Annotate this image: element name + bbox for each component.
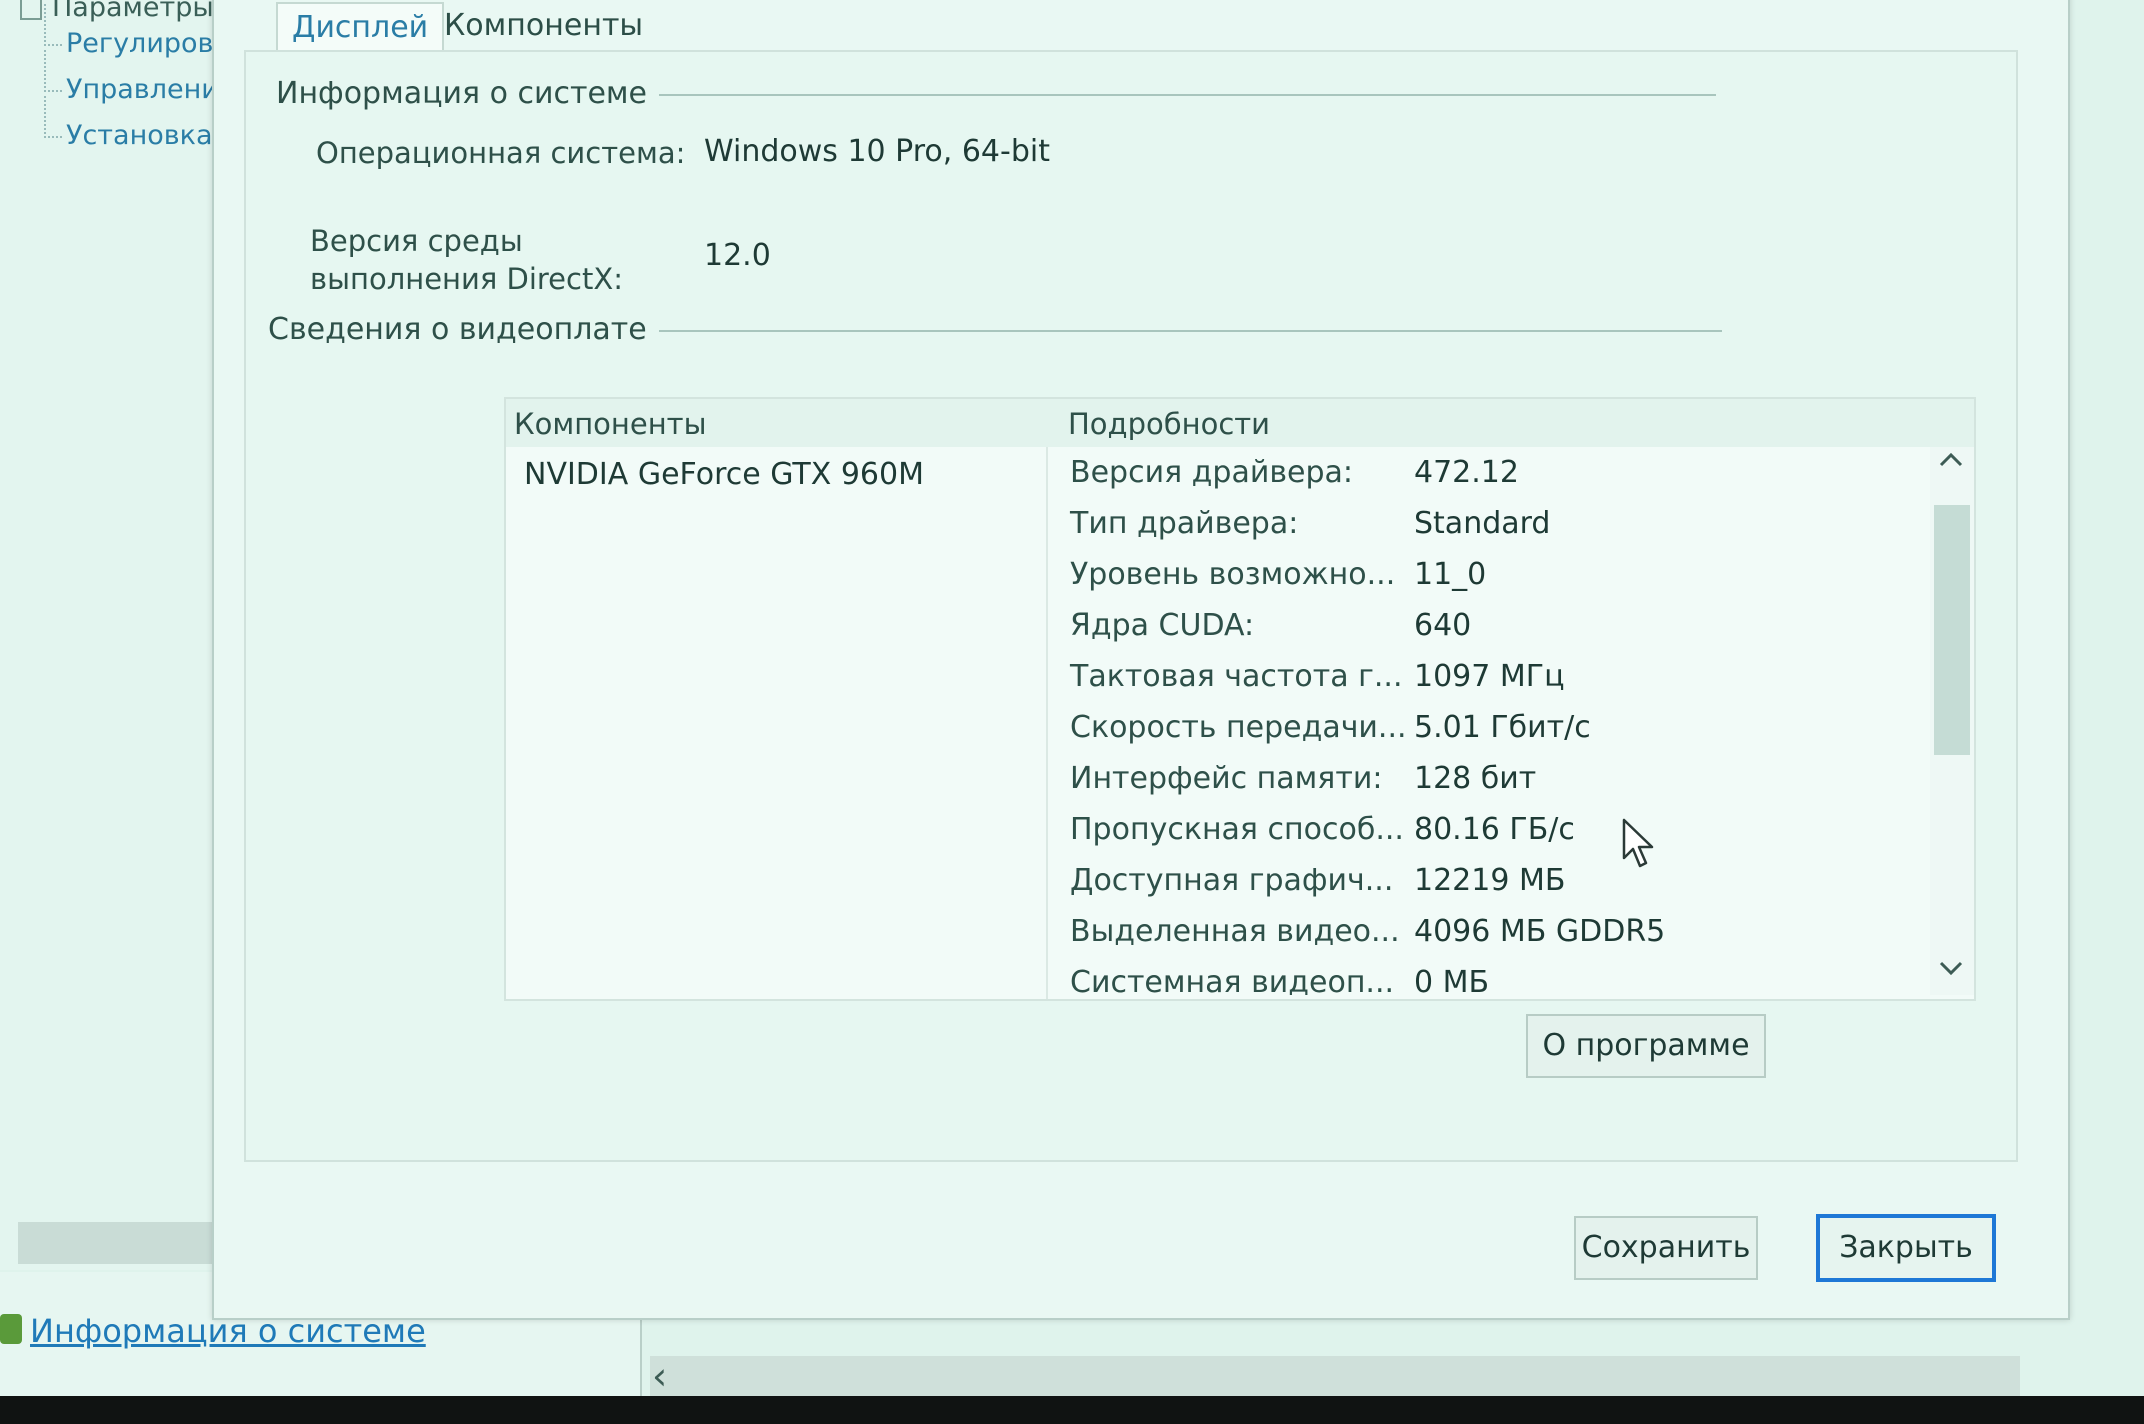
collapse-icon[interactable]	[20, 0, 42, 20]
group-divider	[606, 330, 1722, 332]
detail-key: Тип драйвера:	[1070, 506, 1299, 541]
gpu-details-table: Компоненты Подробности NVIDIA GeForce GT…	[504, 397, 1976, 1001]
detail-value: 0 МБ	[1414, 965, 1490, 995]
detail-value: 12219 МБ	[1414, 863, 1566, 898]
detail-value: 1097 МГц	[1414, 659, 1565, 694]
chevron-up-icon[interactable]	[1936, 445, 1966, 483]
table-row: Уровень возможно... 11_0	[1050, 549, 1930, 599]
tree-item-install[interactable]: Установка	[44, 96, 213, 151]
table-row: Системная видеоп... 0 МБ	[1050, 957, 1930, 995]
tree-horizontal-scrollbar[interactable]	[18, 1222, 218, 1264]
tree-item-manage[interactable]: Управление	[43, 50, 235, 105]
navigation-tree: Параметры 3D Регулировка Управление Уста…	[0, 0, 260, 1270]
detail-key: Скорость передачи...	[1070, 710, 1407, 745]
directx-label-line1: Версия среды	[310, 224, 523, 258]
system-info-icon	[0, 1314, 22, 1344]
detail-key: Интерфейс памяти:	[1070, 761, 1383, 796]
detail-value: 128 бит	[1414, 761, 1537, 796]
chevron-down-icon[interactable]	[1936, 953, 1966, 991]
details-vertical-scrollbar[interactable]	[1930, 447, 1974, 995]
table-row: Скорость передачи... 5.01 Гбит/с	[1050, 702, 1930, 752]
details-list: Версия драйвера: 472.12 Тип драйвера: St…	[1050, 447, 1930, 995]
detail-key: Пропускная способ...	[1070, 812, 1404, 847]
chevron-left-icon[interactable]: ‹	[652, 1354, 667, 1398]
detail-key: Тактовая частота г...	[1070, 659, 1403, 694]
system-info-heading: Информация о системе	[276, 76, 660, 111]
detail-value: 80.16 ГБ/с	[1414, 812, 1575, 847]
os-value: Windows 10 Pro, 64-bit	[704, 134, 1050, 169]
components-list: NVIDIA GeForce GTX 960M	[506, 447, 1048, 999]
detail-key: Уровень возможно...	[1070, 557, 1396, 592]
detail-value: 4096 МБ GDDR5	[1414, 914, 1666, 949]
scrollbar-thumb[interactable]	[1934, 505, 1970, 755]
detail-value: 5.01 Гбит/с	[1414, 710, 1591, 745]
detail-key: Системная видеоп...	[1070, 965, 1395, 995]
mouse-pointer-icon	[1622, 818, 1658, 874]
main-horizontal-scrollbar[interactable]: ‹	[650, 1354, 2020, 1400]
column-header-details[interactable]: Подробности	[1068, 407, 1270, 441]
table-row: Версия драйвера: 472.12	[1050, 447, 1930, 497]
table-row: Тип драйвера: Standard	[1050, 498, 1930, 548]
detail-key: Выделенная видео...	[1070, 914, 1400, 949]
about-button[interactable]: О программе	[1526, 1014, 1766, 1078]
list-item-gpu[interactable]: NVIDIA GeForce GTX 960M	[524, 457, 924, 492]
tab-components[interactable]: Компоненты	[430, 2, 657, 49]
system-info-dialog: Дисплей Компоненты Информация о системе …	[212, 0, 2070, 1320]
detail-value: Standard	[1414, 506, 1551, 541]
detail-value: 11_0	[1414, 557, 1487, 592]
group-divider	[606, 94, 1716, 96]
detail-value: 472.12	[1414, 455, 1519, 490]
table-header: Компоненты Подробности	[506, 399, 1974, 447]
detail-key: Ядра CUDA:	[1070, 608, 1255, 643]
detail-value: 640	[1414, 608, 1472, 643]
table-row: Выделенная видео... 4096 МБ GDDR5	[1050, 906, 1930, 956]
os-label: Операционная система:	[316, 136, 686, 170]
gpu-info-heading: Сведения о видеоплате	[268, 312, 659, 347]
directx-value: 12.0	[704, 238, 771, 273]
tab-display[interactable]: Дисплей	[276, 2, 445, 51]
table-row: Интерфейс памяти: 128 бит	[1050, 753, 1930, 803]
close-button[interactable]: Закрыть	[1816, 1214, 1996, 1282]
save-button[interactable]: Сохранить	[1574, 1216, 1758, 1280]
column-header-components[interactable]: Компоненты	[514, 407, 706, 441]
table-row: Ядра CUDA: 640	[1050, 600, 1930, 650]
directx-label-line2: выполнения DirectX:	[310, 262, 623, 296]
detail-key: Версия драйвера:	[1070, 455, 1353, 490]
table-row: Доступная графич... 12219 МБ	[1050, 855, 1930, 905]
screen-bezel	[0, 1396, 2144, 1424]
detail-key: Доступная графич...	[1070, 863, 1394, 898]
table-row: Пропускная способ... 80.16 ГБ/с	[1050, 804, 1930, 854]
table-row: Тактовая частота г... 1097 МГц	[1050, 651, 1930, 701]
